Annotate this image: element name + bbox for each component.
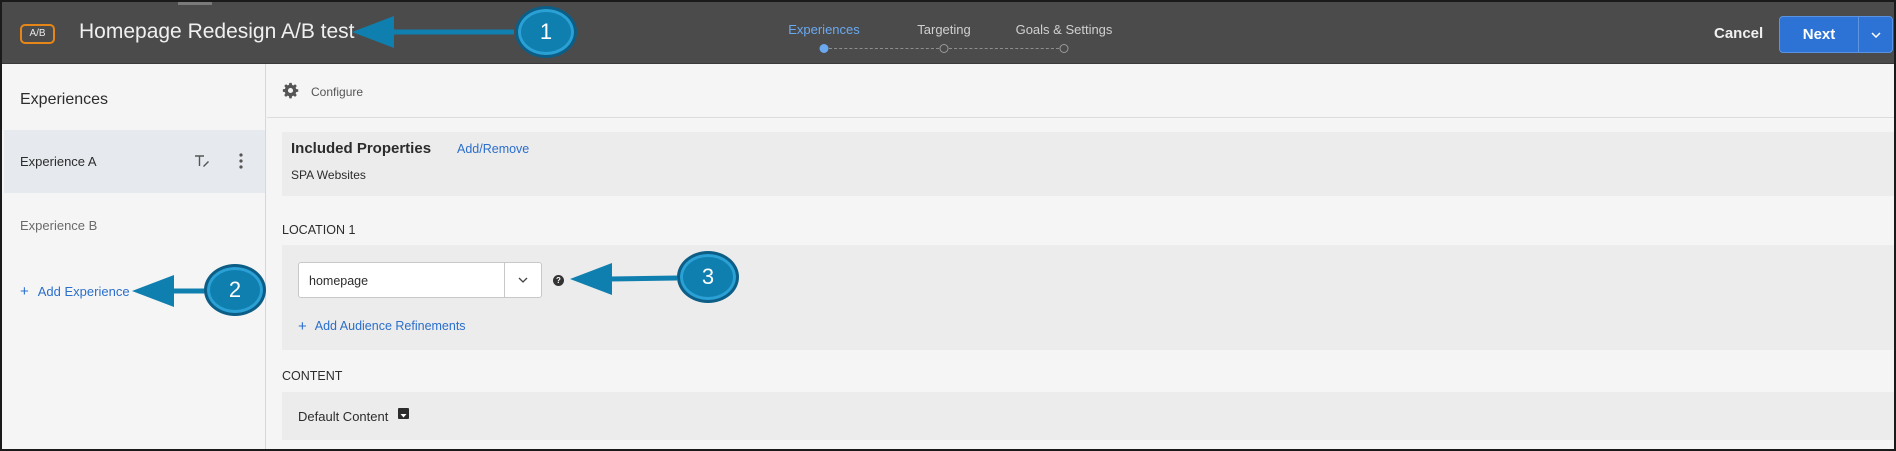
callout-arrows xyxy=(132,16,678,307)
callout-marker: 2 xyxy=(204,264,266,316)
callout-marker: 3 xyxy=(677,251,739,303)
app-window: A/B Homepage Redesign A/B test Experienc… xyxy=(0,0,1896,451)
callout-marker: 1 xyxy=(515,6,577,58)
